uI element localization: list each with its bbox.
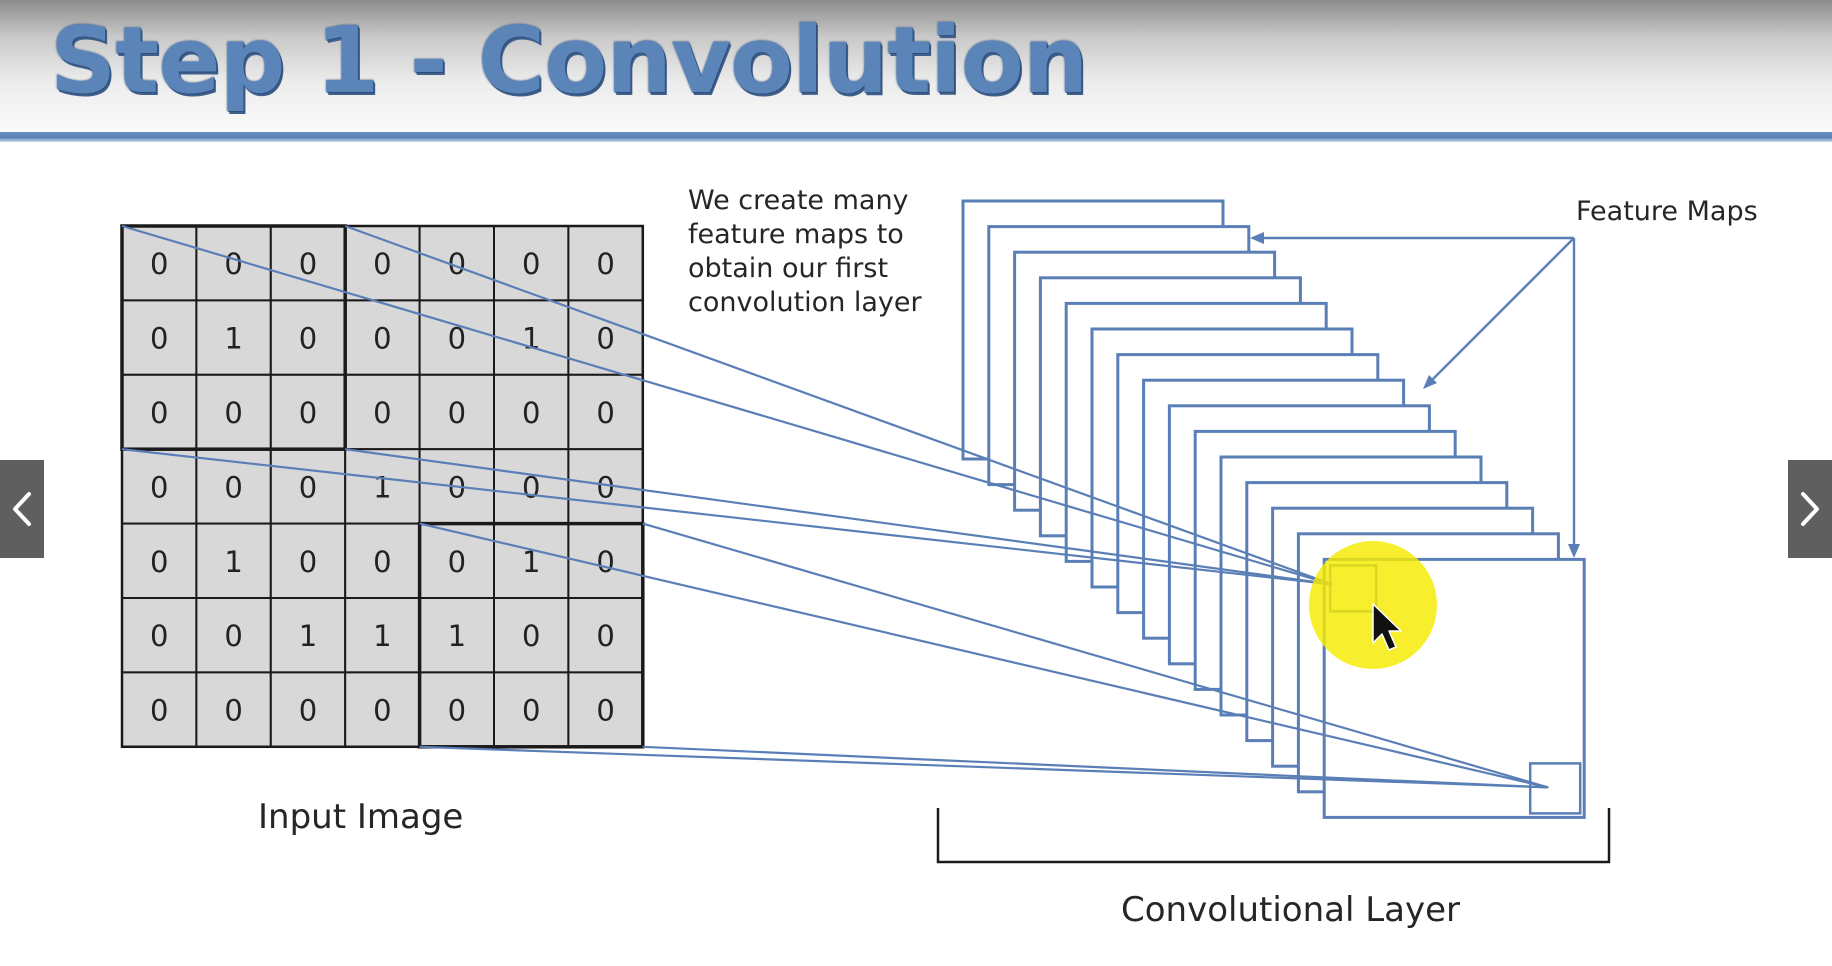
input-cell-value: 0: [373, 545, 391, 579]
input-cell-value: 0: [150, 247, 168, 281]
input-cell-value: 0: [150, 322, 168, 356]
input-cell-value: 0: [150, 619, 168, 653]
input-cell-value: 0: [299, 396, 317, 430]
input-cell-value: 0: [299, 247, 317, 281]
chevron-right-icon: [1801, 492, 1819, 526]
arrowhead-icon: [1250, 232, 1264, 244]
input-cell-value: 0: [150, 396, 168, 430]
input-cell-value: 0: [224, 247, 242, 281]
input-cell-value: 0: [150, 470, 168, 504]
input-cell-value: 0: [224, 619, 242, 653]
input-cell-value: 0: [596, 247, 614, 281]
arrowhead-icon: [1568, 544, 1580, 558]
convolutional-layer-label: Convolutional Layer: [1121, 890, 1461, 930]
input-cell-value: 0: [224, 694, 242, 728]
input-cell-value: 0: [299, 322, 317, 356]
input-cell-value: 0: [448, 396, 466, 430]
input-cell-value: 1: [448, 619, 466, 653]
input-cell-value: 0: [596, 322, 614, 356]
input-cell-value: 1: [224, 545, 242, 579]
input-cell-value: 0: [299, 694, 317, 728]
prev-slide-button[interactable]: [0, 460, 44, 558]
input-cell-value: 0: [522, 396, 540, 430]
input-cell-value: 0: [373, 247, 391, 281]
input-cell-value: 0: [150, 545, 168, 579]
next-slide-button[interactable]: [1788, 460, 1832, 558]
input-image-label: Input Image: [258, 797, 464, 837]
arrow-line: [1427, 237, 1575, 385]
input-cell-value: 0: [596, 470, 614, 504]
input-cell-value: 0: [596, 694, 614, 728]
input-cell-value: 0: [373, 396, 391, 430]
input-cell-value: 1: [373, 619, 391, 653]
input-cell-value: 0: [373, 694, 391, 728]
input-cell-value: 0: [596, 396, 614, 430]
input-cell-value: 0: [522, 247, 540, 281]
input-cell-value: 1: [299, 619, 317, 653]
input-cell-value: 0: [596, 619, 614, 653]
input-cell-value: 0: [299, 545, 317, 579]
chevron-left-icon: [13, 492, 31, 526]
input-cell-value: 0: [522, 619, 540, 653]
input-cell-value: 0: [299, 470, 317, 504]
input-cell-value: 0: [150, 694, 168, 728]
input-cell-value: 1: [373, 470, 391, 504]
input-cell-value: 0: [448, 545, 466, 579]
input-cell-value: 0: [522, 694, 540, 728]
input-cell-value: 1: [224, 322, 242, 356]
input-cell-value: 0: [448, 694, 466, 728]
feature-maps-label: Feature Maps: [1576, 196, 1758, 227]
input-cell-value: 1: [522, 322, 540, 356]
note-text: We create many feature maps to obtain ou…: [688, 185, 922, 318]
input-cell-value: 0: [596, 545, 614, 579]
input-cell-value: 0: [373, 322, 391, 356]
feature-maps-stack: [961, 199, 1586, 819]
input-cell-value: 0: [224, 470, 242, 504]
input-cell-value: 0: [224, 396, 242, 430]
